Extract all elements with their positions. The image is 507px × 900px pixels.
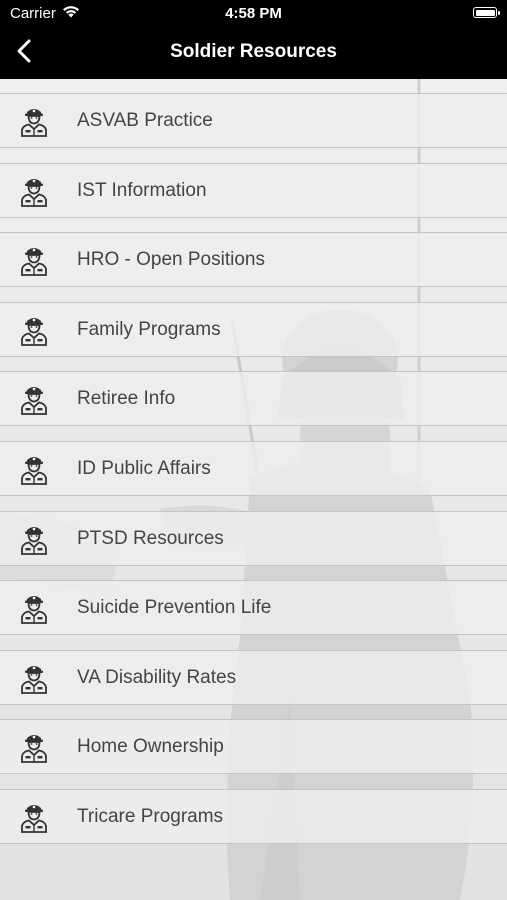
list-item-label: Suicide Prevention Life: [77, 597, 272, 619]
soldier-icon: [19, 453, 49, 485]
list-item-label: Retiree Info: [77, 388, 176, 410]
status-time: 4:58 PM: [225, 5, 282, 22]
list-item-label: Home Ownership: [77, 736, 224, 758]
soldier-icon: [19, 244, 49, 277]
list-item-label: Family Programs: [77, 318, 221, 340]
list-item-retiree-info[interactable]: Retiree Info: [0, 371, 507, 427]
soldier-icon: [19, 662, 49, 694]
list-item-ptsd-resources[interactable]: PTSD Resources: [0, 510, 507, 566]
resource-list-screen[interactable]: ASVAB Practice IST Information HRO - Ope…: [0, 79, 507, 900]
soldier-icon: [19, 314, 49, 346]
battery-full-icon: [473, 7, 500, 18]
list-item-ist-information[interactable]: IST Information: [0, 162, 507, 218]
page-title: Soldier Resources: [170, 41, 337, 62]
list-item-home-ownership[interactable]: Home Ownership: [0, 719, 507, 775]
navigation-bar: Soldier Resources: [0, 28, 507, 79]
list-item-label: ASVAB Practice: [77, 110, 213, 131]
soldier-icon: [19, 523, 49, 555]
list-item-label: VA Disability Rates: [77, 666, 237, 688]
list-item-tricare-programs[interactable]: Tricare Programs: [0, 788, 507, 844]
soldier-icon: [19, 105, 49, 137]
status-bar: Carrier 4:58 PM: [0, 0, 507, 28]
list-item-label: Tricare Programs: [77, 805, 224, 827]
resource-list: ASVAB Practice IST Information HRO - Ope…: [0, 93, 507, 859]
list-item-label: PTSD Resources: [77, 527, 224, 549]
list-item-family-programs[interactable]: Family Programs: [0, 301, 507, 357]
list-item-id-public-affairs[interactable]: ID Public Affairs: [0, 440, 507, 496]
soldier-icon: [19, 175, 49, 207]
list-item-label: HRO - Open Positions: [77, 249, 265, 271]
list-item-va-disability-rates[interactable]: VA Disability Rates: [0, 649, 507, 705]
list-item-label: ID Public Affairs: [77, 457, 211, 479]
list-item-label: IST Information: [77, 179, 207, 201]
soldier-icon: [19, 801, 49, 833]
list-item-asvab-practice[interactable]: ASVAB Practice: [0, 93, 507, 148]
soldier-icon: [19, 731, 49, 764]
soldier-icon: [19, 592, 49, 625]
list-item-suicide-prevention-life[interactable]: Suicide Prevention Life: [0, 580, 507, 636]
list-item-hro-open-positions[interactable]: HRO - Open Positions: [0, 232, 507, 288]
soldier-icon: [19, 383, 49, 416]
